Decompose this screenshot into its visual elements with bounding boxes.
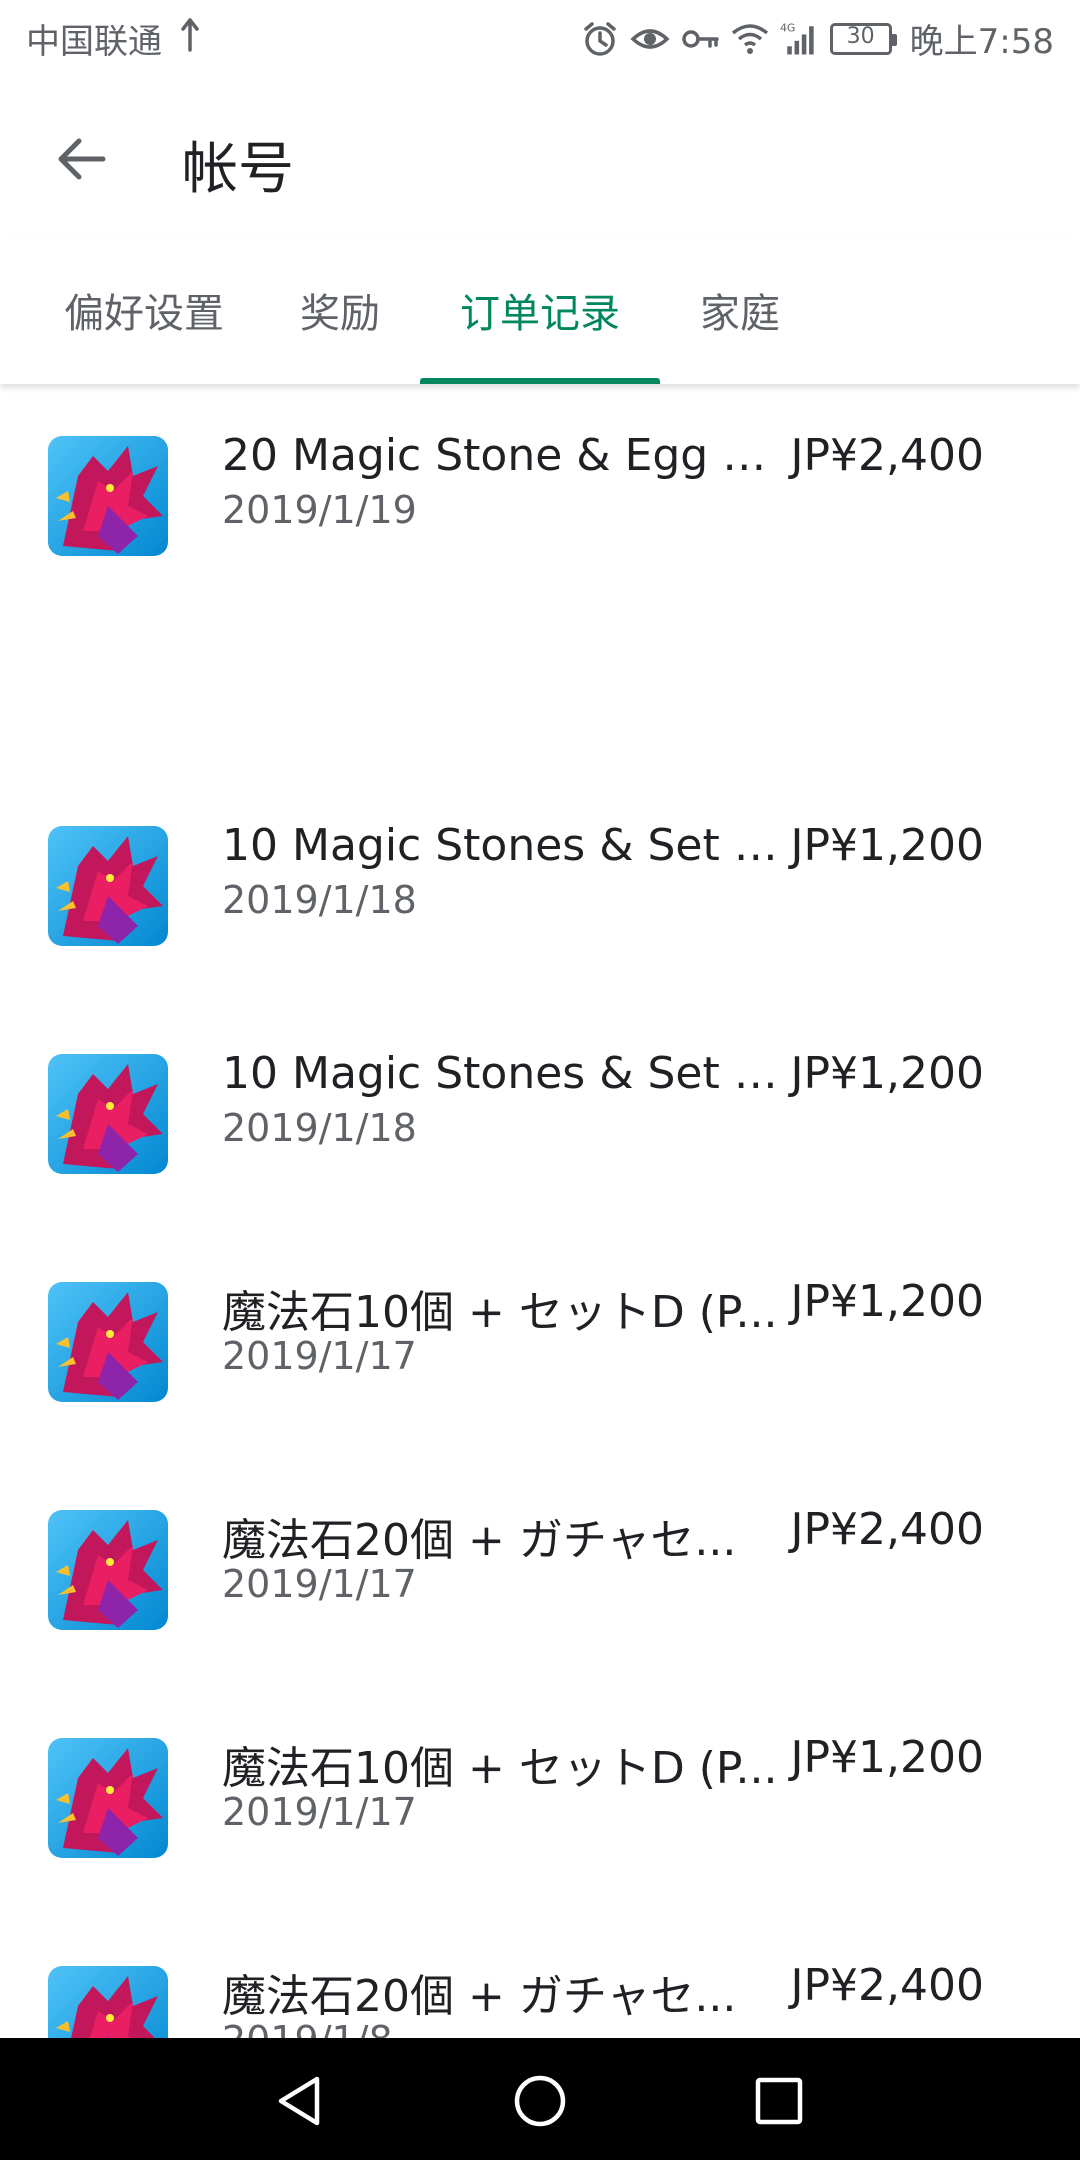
tab-order-history[interactable]: 订单记录 — [420, 236, 660, 384]
order-title: 魔法石10個 + セットD (P... — [222, 1287, 778, 1338]
wifi-icon — [731, 23, 768, 54]
app-icon — [48, 1966, 168, 2038]
order-date: 2019/1/17 — [222, 1334, 417, 1378]
app-bar: 帐号 — [0, 76, 1080, 236]
battery-icon: 30 — [829, 22, 897, 55]
order-row[interactable]: 魔法石20個 + ガチャセ... 2019/1/17 JP¥2,400 — [0, 1458, 1080, 1658]
app-icon — [48, 436, 168, 556]
order-price: JP¥1,200 — [790, 820, 984, 871]
arrow-back-icon — [58, 138, 106, 180]
tab-bar: 偏好设置 奖励 订单记录 家庭 — [0, 236, 1080, 384]
order-title: 10 Magic Stones & Set D... — [222, 820, 782, 871]
order-row[interactable]: 魔法石20個 + ガチャセ...2019/1/8 JP¥2,400 — [0, 1914, 1080, 2038]
eye-icon — [630, 28, 670, 49]
order-date: 2019/1/18 — [222, 878, 417, 922]
order-row[interactable]: 20 Magic Stone & Egg S... 2019/1/19 JP¥2,4… — [0, 384, 1080, 584]
order-row[interactable]: 魔法石10個 + セットD (P... 2019/1/17 JP¥1,200 — [0, 1230, 1080, 1430]
clock: 晚上7:58 — [909, 22, 1054, 62]
signal-4g-icon: 4G — [780, 21, 814, 54]
status-icons: 4G 30 晚上7:58 — [580, 14, 1054, 63]
order-date: 2019/1/17 — [222, 1562, 417, 1606]
page-title: 帐号 — [182, 137, 294, 202]
app-icon — [48, 826, 168, 946]
order-date: 2019/1/18 — [222, 1106, 417, 1150]
order-price: JP¥1,200 — [790, 1276, 984, 1327]
key-icon — [681, 29, 719, 48]
tab-preferences[interactable]: 偏好设置 — [44, 236, 244, 384]
recents-square-icon — [755, 2077, 803, 2125]
tab-rewards[interactable]: 奖励 — [290, 236, 390, 384]
nav-recents-button[interactable] — [744, 2066, 814, 2136]
order-title: 10 Magic Stones & Set D... — [222, 1048, 782, 1099]
order-price: JP¥2,400 — [790, 1960, 984, 2011]
back-triangle-icon — [278, 2076, 320, 2126]
nav-back-button[interactable] — [266, 2066, 336, 2136]
nav-home-button[interactable] — [505, 2066, 575, 2136]
order-title: 魔法石20個 + ガチャセ... — [222, 1971, 737, 2022]
app-icon — [48, 1738, 168, 1858]
carrier-label: 中国联通 — [26, 22, 162, 62]
upload-arrow-icon — [181, 18, 199, 52]
order-date: 2019/1/17 — [222, 1790, 417, 1834]
order-row[interactable]: 魔法石10個 + セットD (P... 2019/1/17 JP¥1,200 — [0, 1686, 1080, 1886]
home-circle-icon — [514, 2075, 566, 2127]
app-icon — [48, 1510, 168, 1630]
app-icon — [48, 1282, 168, 1402]
back-button[interactable] — [46, 124, 116, 194]
order-date: 2019/1/19 — [222, 488, 417, 532]
order-title: 20 Magic Stone & Egg S... — [222, 430, 782, 481]
battery-level: 30 — [846, 23, 875, 49]
order-row[interactable]: 10 Magic Stones & Set D... 2019/1/18 JP¥1,… — [0, 1002, 1080, 1202]
order-row[interactable]: 10 Magic Stones & Set D... 2019/1/18 JP¥1,… — [0, 774, 1080, 974]
navigation-bar — [0, 2038, 1080, 2160]
order-date: 2019/1/8 — [222, 2018, 393, 2038]
tab-family[interactable]: 家庭 — [690, 236, 790, 384]
order-price: JP¥1,200 — [790, 1732, 984, 1783]
active-tab-indicator — [420, 378, 660, 384]
order-price: JP¥2,400 — [790, 430, 984, 481]
app-icon — [48, 1054, 168, 1174]
order-title: 魔法石20個 + ガチャセ... — [222, 1515, 737, 1566]
alarm-icon — [583, 21, 616, 56]
svg-text:4G: 4G — [780, 21, 795, 34]
order-list[interactable]: 20 Magic Stone & Egg S... 2019/1/19 JP¥2,4… — [0, 384, 1080, 2038]
order-title: 魔法石10個 + セットD (P... — [222, 1743, 778, 1794]
status-bar: 中国联通 4G 30 晚上7:58 — [0, 0, 1080, 76]
order-price: JP¥1,200 — [790, 1048, 984, 1099]
order-price: JP¥2,400 — [790, 1504, 984, 1555]
